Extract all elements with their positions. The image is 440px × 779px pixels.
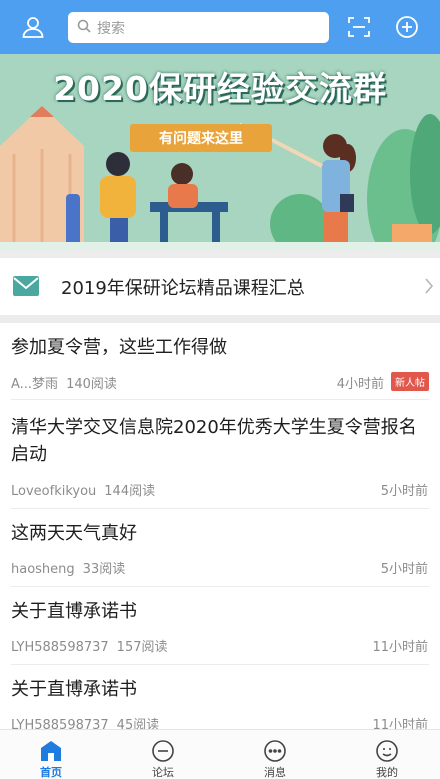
post-item[interactable]: 关于直博承诺书 LYH588598737 157阅读 11小时前 bbox=[0, 587, 440, 664]
home-icon bbox=[38, 738, 64, 763]
mail-icon bbox=[12, 274, 40, 302]
post-item[interactable]: 关于直博承诺书 LYH588598737 45阅读 11小时前 bbox=[0, 665, 440, 729]
post-meta: LYH588598737 157阅读 bbox=[11, 636, 168, 655]
post-author: A...梦雨 bbox=[11, 377, 59, 392]
post-item[interactable]: 参加夏令营，这些工作得做 A...梦雨 140阅读 4小时前 新人帖 bbox=[0, 323, 440, 399]
post-item[interactable]: 清华大学交叉信息院2020年优秀大学生夏令营报名启动 Loveofkikyou 1… bbox=[0, 400, 440, 508]
pinned-course-link[interactable]: 2019年保研论坛精品课程汇总 bbox=[0, 258, 440, 315]
post-meta: A...梦雨 140阅读 bbox=[11, 373, 117, 392]
search-icon bbox=[77, 18, 91, 37]
post-item[interactable]: 这两天天气真好 haosheng 33阅读 5小时前 bbox=[0, 509, 440, 586]
post-title: 关于直博承诺书 bbox=[11, 679, 137, 700]
post-reads: 144阅读 bbox=[104, 484, 156, 499]
tab-home[interactable]: 首页 bbox=[21, 730, 81, 779]
message-icon bbox=[262, 738, 288, 763]
pinned-label: 2019年保研论坛精品课程汇总 bbox=[61, 278, 305, 299]
plus-circle-icon[interactable] bbox=[392, 12, 422, 42]
post-reads: 140阅读 bbox=[66, 377, 117, 392]
top-bar: 搜索 bbox=[0, 0, 440, 54]
tab-forum[interactable]: 论坛 bbox=[133, 730, 193, 779]
post-author: Loveofkikyou bbox=[11, 484, 97, 499]
scan-icon[interactable] bbox=[344, 12, 374, 42]
post-time: 5小时前 bbox=[380, 484, 428, 499]
post-title: 清华大学交叉信息院2020年优秀大学生夏令营报名启动 bbox=[11, 417, 417, 465]
chevron-right-icon bbox=[424, 278, 434, 298]
section-divider bbox=[0, 315, 440, 323]
tab-label: 首页 bbox=[40, 766, 62, 779]
post-title: 这两天天气真好 bbox=[11, 523, 137, 544]
post-author: LYH588598737 bbox=[11, 640, 109, 655]
banner-title: 2020保研经验交流群 bbox=[53, 69, 387, 108]
tab-profile[interactable]: 我的 bbox=[357, 730, 417, 779]
user-icon[interactable] bbox=[18, 12, 48, 42]
post-reads: 157阅读 bbox=[116, 640, 168, 655]
post-time: 5小时前 bbox=[380, 562, 428, 577]
post-time: 11小时前 bbox=[372, 718, 428, 729]
post-author: LYH588598737 bbox=[11, 718, 109, 729]
post-author: haosheng bbox=[11, 562, 75, 577]
new-user-badge: 新人帖 bbox=[391, 372, 429, 391]
post-title: 参加夏令营，这些工作得做 bbox=[11, 337, 227, 358]
post-title: 关于直博承诺书 bbox=[11, 601, 137, 622]
tab-messages[interactable]: 消息 bbox=[245, 730, 305, 779]
search-input[interactable]: 搜索 bbox=[68, 12, 329, 43]
post-reads: 33阅读 bbox=[82, 562, 126, 577]
tab-label: 论坛 bbox=[152, 766, 174, 779]
section-divider bbox=[0, 250, 440, 258]
banner-subtitle: 有问题来这里 bbox=[130, 124, 272, 152]
post-time: 4小时前 bbox=[336, 377, 384, 392]
bottom-tab-bar: 首页 论坛 消息 我的 bbox=[0, 729, 440, 779]
tab-label: 我的 bbox=[376, 766, 398, 779]
post-time: 11小时前 bbox=[372, 640, 428, 655]
search-placeholder: 搜索 bbox=[97, 20, 125, 37]
profile-icon bbox=[374, 738, 400, 763]
promo-banner[interactable]: 2020保研经验交流群 有问题来这里 bbox=[0, 54, 440, 250]
post-meta: Loveofkikyou 144阅读 bbox=[11, 480, 155, 499]
post-meta: LYH588598737 45阅读 bbox=[11, 714, 159, 729]
forum-icon bbox=[150, 738, 176, 763]
tab-label: 消息 bbox=[264, 766, 286, 779]
post-meta: haosheng 33阅读 bbox=[11, 558, 125, 577]
post-reads: 45阅读 bbox=[116, 718, 160, 729]
